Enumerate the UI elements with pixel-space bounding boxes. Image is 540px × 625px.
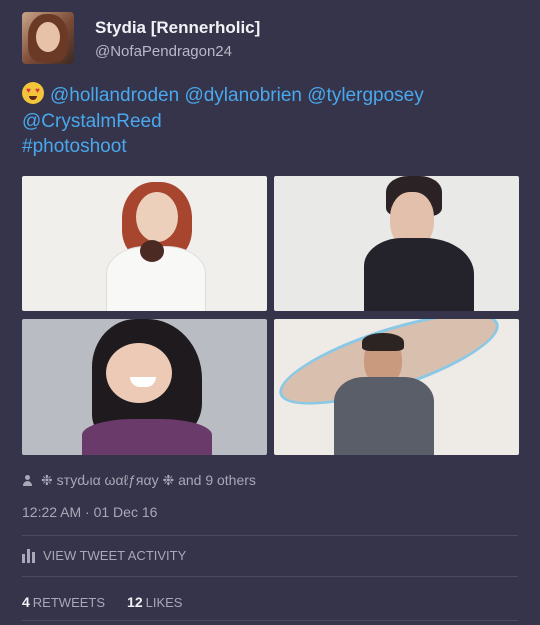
activity-label: VIEW TWEET ACTIVITY <box>43 548 187 563</box>
photo-1[interactable] <box>22 176 267 311</box>
photo-4[interactable] <box>274 319 519 455</box>
divider <box>22 620 518 621</box>
mention-link[interactable]: @hollandroden <box>50 85 179 106</box>
person-icon <box>22 475 33 486</box>
likes-stat[interactable]: 12 LIKES <box>127 594 182 610</box>
divider <box>22 576 518 577</box>
tweet-stats: 4 RETWEETS 12 LIKES <box>22 594 204 610</box>
avatar-face <box>36 22 60 52</box>
bar-chart-icon <box>22 548 37 563</box>
retweets-stat[interactable]: 4 RETWEETS <box>22 594 105 610</box>
display-name[interactable]: Stydia [Rennerholic] <box>95 18 260 38</box>
tweet-header: Stydia [Rennerholic] @NofaPendragon24 <box>22 12 260 64</box>
view-tweet-activity-button[interactable]: VIEW TWEET ACTIVITY <box>22 548 186 563</box>
photo-3[interactable] <box>22 319 267 455</box>
user-handle[interactable]: @NofaPendragon24 <box>95 43 260 60</box>
retweets-count: 4 <box>22 594 30 610</box>
likers-row[interactable]: ❉ ѕтуԃια ωαℓƒяαу ❉ and 9 others <box>22 472 256 489</box>
hashtag-link[interactable]: #photoshoot <box>22 136 127 157</box>
photo-grid <box>22 176 519 455</box>
mention-link[interactable]: @dylanobrien <box>184 85 302 106</box>
tweet-text: ♥ ♥ @hollandroden @dylanobrien @tylergpos… <box>22 82 522 160</box>
likes-count: 12 <box>127 594 143 610</box>
mention-link[interactable]: @CrystalmReed <box>22 111 162 132</box>
avatar[interactable] <box>22 12 74 64</box>
heart-eyes-emoji-icon: ♥ ♥ <box>22 82 44 104</box>
photo-2[interactable] <box>274 176 519 311</box>
retweets-label: RETWEETS <box>32 595 106 610</box>
divider <box>22 535 518 536</box>
likers-text: ❉ ѕтуԃια ωαℓƒяαу ❉ and 9 others <box>41 472 256 488</box>
user-names: Stydia [Rennerholic] @NofaPendragon24 <box>95 12 260 64</box>
likes-label: LIKES <box>145 595 183 610</box>
tweet-timestamp: 12:22 AM · 01 Dec 16 <box>22 504 158 520</box>
mention-link[interactable]: @tylergposey <box>307 85 423 106</box>
